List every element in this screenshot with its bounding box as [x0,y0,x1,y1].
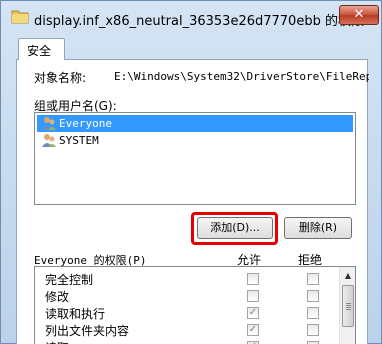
allow-checkbox[interactable]: ✓ [247,324,259,336]
deny-checkbox[interactable] [307,273,319,285]
title-bar[interactable]: display.inf_x86_neutral_36353e26d7770ebb… [1,1,382,33]
permission-name: 读取 [45,339,69,344]
permissions-scrollbar[interactable]: ▲ [339,267,355,344]
deny-checkbox[interactable] [307,307,319,319]
close-button[interactable]: ✕ [339,5,379,25]
permission-name: 列出文件夹内容 [45,324,130,338]
folder-icon [11,10,29,24]
grip-line [346,309,351,310]
list-item-everyone[interactable]: Everyone [37,115,353,132]
tab-security[interactable]: 安全 [18,38,65,60]
user-list[interactable]: Everyone SYSTEM [34,112,356,205]
object-name-label: 对象名称: [34,71,87,85]
list-item-system[interactable]: SYSTEM [37,132,353,149]
permission-row: 修改 [35,287,339,304]
window-title: display.inf_x86_neutral_36353e26d7770ebb… [34,14,364,29]
deny-checkbox[interactable] [307,324,319,336]
permission-name: 修改 [45,290,70,304]
permission-name: 完全控制 [45,273,94,287]
grip-line [346,303,351,304]
scroll-thumb[interactable] [342,285,354,327]
remove-button[interactable]: 删除(R) [284,217,352,239]
users-icon [42,117,56,130]
permissions-list: 完全控制 修改 读取和执行 ✓ 列出文件夹内容 ✓ 读取 ✓ ▲ [34,266,356,344]
permission-row: 完全控制 [35,270,339,287]
grip-line [346,307,351,308]
deny-checkbox[interactable] [307,290,319,302]
scroll-up-arrow-icon[interactable]: ▲ [340,267,355,284]
users-icon [42,134,56,147]
permission-row: 列出文件夹内容 ✓ [35,321,339,338]
permission-row: 读取 ✓ [35,338,339,344]
permission-row: 读取和执行 ✓ [35,304,339,321]
permission-name: 读取和执行 [45,307,106,321]
grip-line [346,305,351,306]
object-name-value: E:\Windows\System32\DriverStore\FileRepo [114,70,369,83]
allow-checkbox[interactable] [247,290,259,302]
add-button[interactable]: 添加(D)... [197,217,273,239]
user-name: Everyone [59,117,112,130]
allow-checkbox[interactable] [247,273,259,285]
allow-checkbox[interactable]: ✓ [247,307,259,319]
permissions-dialog: display.inf_x86_neutral_36353e26d7770ebb… [0,0,382,344]
user-name: SYSTEM [59,134,99,147]
